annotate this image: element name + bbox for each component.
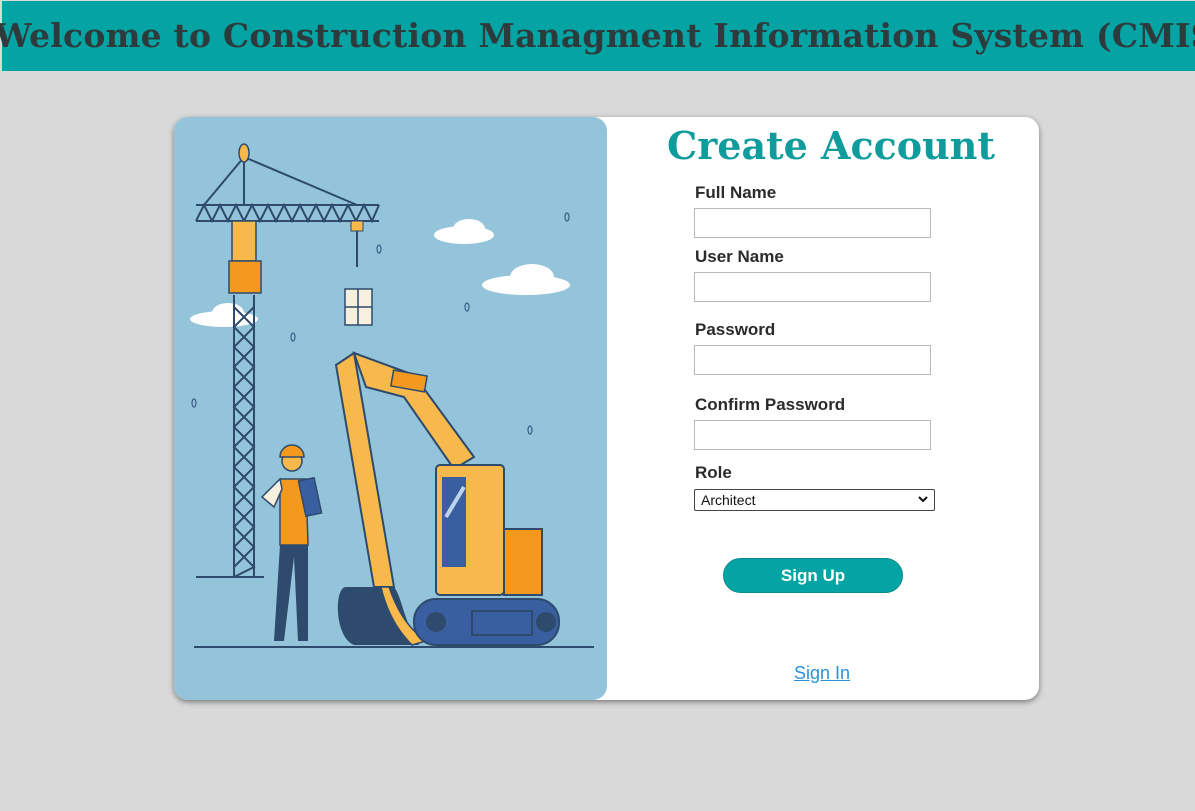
page-title: Welcome to Construction Managment Inform…	[0, 15, 1195, 55]
construction-scene-image	[190, 143, 594, 648]
role-selected-value: Architect	[701, 492, 756, 508]
signup-form: Create Account Full Name User Name Passw…	[607, 117, 1039, 700]
role-select[interactable]: Architect	[694, 489, 935, 511]
sign-in-link[interactable]: Sign In	[794, 663, 850, 684]
user-name-label: User Name	[695, 247, 784, 266]
form-title: Create Account	[667, 123, 995, 168]
construction-illustration	[174, 117, 607, 700]
header-bar: Welcome to Construction Managment Inform…	[0, 1, 1195, 71]
user-name-input[interactable]	[694, 272, 931, 302]
page: Welcome to Construction Managment Inform…	[0, 1, 1195, 811]
confirm-password-label: Confirm Password	[695, 395, 846, 414]
password-label: Password	[695, 320, 776, 339]
full-name-label: Full Name	[695, 183, 777, 202]
full-name-input[interactable]	[694, 208, 931, 238]
password-input[interactable]	[694, 345, 931, 375]
sign-up-button[interactable]: Sign Up	[723, 558, 903, 593]
confirm-password-input[interactable]	[694, 420, 931, 450]
role-label: Role	[695, 463, 732, 482]
chevron-down-icon	[917, 493, 929, 508]
signup-card: Create Account Full Name User Name Passw…	[174, 117, 1039, 700]
